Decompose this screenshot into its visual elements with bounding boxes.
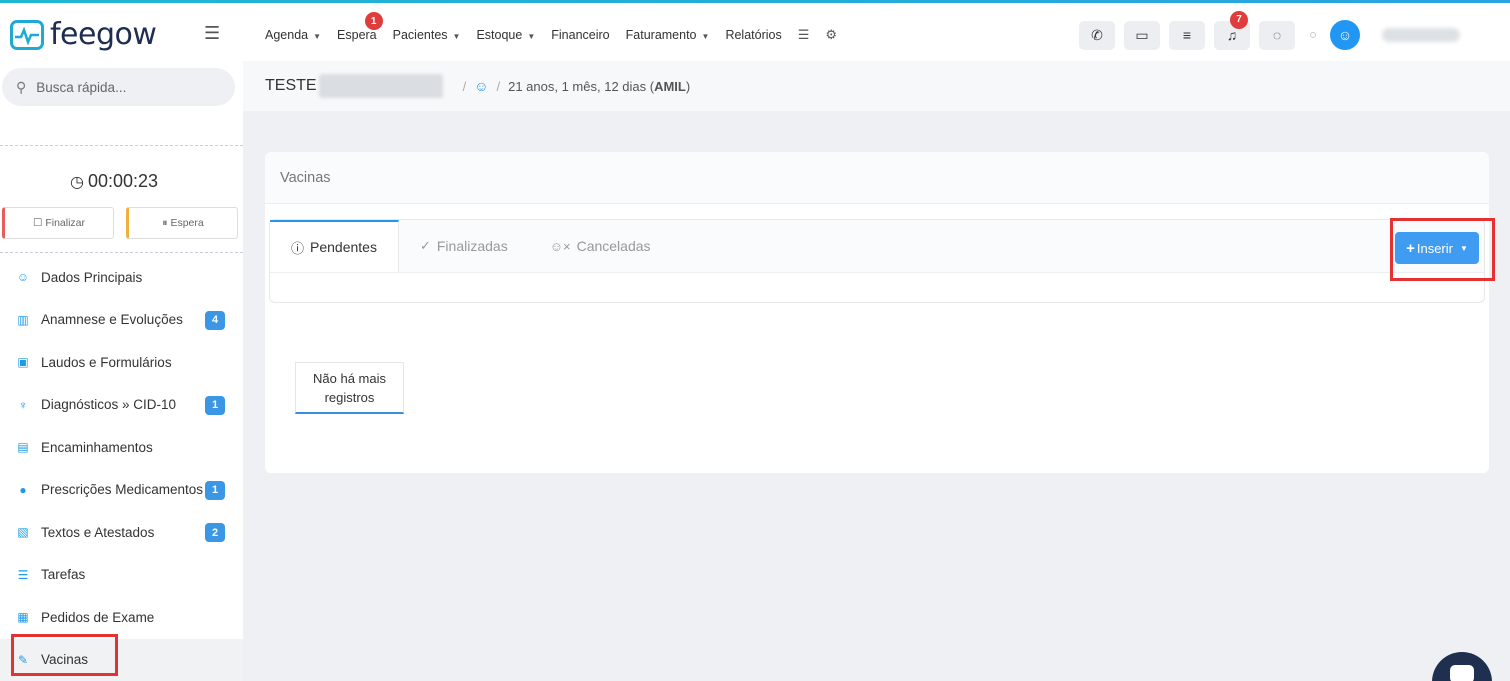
file-icon: ▤ — [17, 440, 29, 455]
chat-widget-button[interactable] — [1432, 652, 1492, 681]
patient-age: 21 anos, 1 mês, 12 dias — [508, 78, 647, 94]
nav-estoque[interactable]: Estoque ▼ — [476, 28, 535, 42]
main-nav: Agenda ▼ Espera 1 Pacientes ▼ Estoque ▼ Fina… — [265, 12, 853, 43]
highlight-box-inserir — [1390, 218, 1495, 281]
patient-plan: AMIL — [654, 78, 686, 94]
patient-name: TESTE — [265, 77, 317, 94]
tabs-panel: ⓘ Pendentes ✓ Finalizadas ☺× Canceladas + I… — [269, 219, 1485, 303]
finalizar-button[interactable]: ☐ Finalizar — [2, 207, 114, 239]
user-icon: ☺ — [16, 270, 30, 285]
header-actions: ✆ ▭ ≡ ♫ 7 ◌ ☺ — [1079, 10, 1460, 50]
check-icon: ✓ — [419, 238, 431, 253]
divider — [0, 145, 243, 146]
pills-icon: ● — [19, 482, 27, 497]
nav-agenda[interactable]: Agenda ▼ — [265, 28, 321, 42]
no-more-records-button[interactable]: Não há mais registros — [295, 362, 404, 414]
timer-value: 00:00:23 — [87, 171, 159, 191]
chat-bubbles-icon[interactable]: ◌ — [1259, 20, 1295, 50]
feegow-logo[interactable]: feegow — [10, 17, 157, 52]
sidebar: ⚲ Busca rápida... ◷ 00:00:23 ☐ Finalizar… — [0, 61, 243, 681]
sidebar-item-encaminhamentos[interactable]: ▤ Encaminhamentos — [0, 426, 243, 469]
session-timer: ◷ 00:00:23 — [70, 171, 158, 192]
chart-icon: ▥ — [17, 312, 29, 327]
vacinas-card: Vacinas ⓘ Pendentes ✓ Finalizadas ☺× Cancel… — [265, 152, 1489, 473]
count-badge: 4 — [205, 310, 225, 330]
tab-finalizadas[interactable]: ✓ Finalizadas — [399, 220, 529, 272]
tasks-icon: ☰ — [17, 567, 29, 582]
database-icon[interactable]: ☰ — [798, 27, 810, 43]
divider — [0, 252, 243, 253]
count-badge: 1 — [205, 480, 225, 500]
alert-circle-icon: ⓘ — [291, 240, 305, 256]
user-name-redacted[interactable] — [1382, 28, 1460, 42]
sidebar-item-tarefas[interactable]: ☰ Tarefas — [0, 554, 243, 597]
nav-financeiro[interactable]: Financeiro — [551, 28, 609, 42]
sidebar-item-laudos[interactable]: ▣ Laudos e Formulários — [0, 341, 243, 384]
stethoscope-icon: ♆ — [18, 397, 28, 412]
quick-search-input[interactable]: ⚲ Busca rápida... — [2, 68, 235, 106]
chat-icon — [1450, 665, 1474, 681]
espera-badge: 1 — [364, 12, 383, 30]
nav-faturamento[interactable]: Faturamento ▼ — [626, 28, 710, 42]
patient-user-icon[interactable]: ☺ — [474, 78, 488, 94]
search-icon: ⚲ — [16, 78, 27, 95]
sidebar-item-pedidos-exame[interactable]: ▦ Pedidos de Exame — [0, 596, 243, 639]
hospital-icon: ▦ — [17, 610, 29, 625]
clipboard-icon: ▣ — [17, 355, 29, 370]
patient-menu: ☺ Dados Principais ▥ Anamnese e Evoluções 4… — [0, 256, 243, 681]
user-avatar-icon[interactable]: ☺ — [1330, 20, 1360, 50]
inbox-icon[interactable]: ▭ — [1124, 20, 1160, 50]
hamburger-menu-icon[interactable]: ☰ — [204, 23, 220, 44]
pulse-logo-icon — [10, 19, 44, 50]
settings-gear-icon[interactable]: ⚙ — [825, 27, 837, 43]
nav-espera[interactable]: Espera 1 — [337, 12, 383, 42]
status-dot — [1310, 32, 1316, 38]
espera-button[interactable]: ⏸ Espera — [126, 207, 238, 239]
card-title: Vacinas — [265, 152, 1489, 204]
sidebar-item-anamnese[interactable]: ▥ Anamnese e Evoluções 4 — [0, 299, 243, 342]
phone-icon[interactable]: ✆ — [1079, 20, 1115, 50]
highlight-box-vacinas — [11, 634, 118, 676]
clock-icon: ◷ — [70, 173, 84, 191]
nav-pacientes[interactable]: Pacientes ▼ — [393, 28, 461, 42]
sidebar-item-diagnosticos[interactable]: ♆ Diagnósticos » CID-10 1 — [0, 384, 243, 427]
notifications-badge: 7 — [1230, 10, 1248, 29]
user-x-icon: ☺× — [549, 238, 571, 254]
logo-text: feegow — [50, 17, 157, 52]
count-badge: 2 — [205, 523, 225, 542]
patient-breadcrumb: TESTE / ☺ / 21 anos, 1 mês, 12 dias (AMI… — [243, 61, 1510, 111]
notifications-bell-icon[interactable]: ♫ 7 — [1214, 10, 1250, 50]
count-badge: 1 — [205, 395, 225, 415]
tab-pendentes[interactable]: ⓘ Pendentes — [270, 220, 399, 272]
sidebar-item-prescricoes[interactable]: ● Prescrições Medicamentos 1 — [0, 469, 243, 512]
sidebar-item-textos[interactable]: ▧ Textos e Atestados 2 — [0, 511, 243, 554]
nav-relatorios[interactable]: Relatórios — [725, 28, 781, 42]
task-list-icon[interactable]: ≡ — [1169, 20, 1205, 50]
search-placeholder: Busca rápida... — [36, 79, 127, 95]
top-header: feegow ☰ Agenda ▼ Espera 1 Pacientes ▼ Esto… — [0, 3, 1510, 61]
document-icon: ▧ — [17, 525, 29, 540]
tab-canceladas[interactable]: ☺× Canceladas — [529, 220, 672, 272]
sidebar-item-dados-principais[interactable]: ☺ Dados Principais — [0, 256, 243, 299]
patient-surname-redacted — [318, 74, 443, 98]
